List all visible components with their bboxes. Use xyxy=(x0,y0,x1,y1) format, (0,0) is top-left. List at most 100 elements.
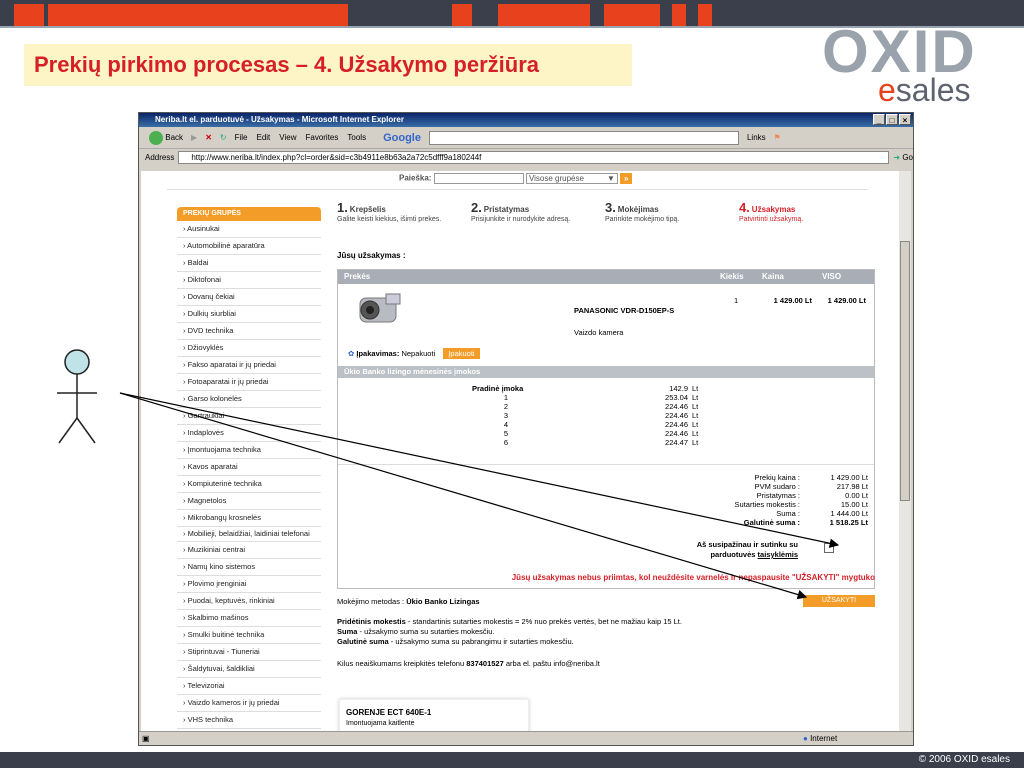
total-label: Prekių kaina : xyxy=(754,473,800,482)
leasing-first-label: Pradinė įmoka xyxy=(472,384,524,393)
terms-text: Aš susipažinau ir sutinku su parduotuvės … xyxy=(696,540,798,559)
col-total: VISO xyxy=(822,272,842,281)
bottom-bar xyxy=(0,752,1024,768)
sidebar-item[interactable]: › Įmontuojama technika xyxy=(177,442,321,459)
menu-tools[interactable]: Tools xyxy=(347,133,366,142)
category-select[interactable]: Visose grupėse ▼ xyxy=(525,173,618,184)
leasing-unit: Lt xyxy=(692,402,699,411)
leasing-month: 6 xyxy=(503,438,508,447)
col-price: Kaina xyxy=(762,272,784,281)
menu-edit[interactable]: Edit xyxy=(256,133,270,142)
step-payment[interactable]: 3. Mokėjimas Parinkite mokėjimo tipą. xyxy=(605,201,735,224)
product-name[interactable]: PANASONIC VDR-D150EP-S xyxy=(574,306,674,315)
total-value: 1 518.25 Lt xyxy=(829,518,868,527)
google-label[interactable]: Google xyxy=(383,132,421,144)
sidebar-item[interactable]: › Gartraukiai xyxy=(177,408,321,425)
sidebar-item[interactable]: › Džiovyklės xyxy=(177,340,321,357)
slide: Prekių pirkimo procesas – 4. Užsakymo pe… xyxy=(0,0,1024,768)
order-table: Prekės Kiekis Kaina VISO 1 1 429.00 Lt 1… xyxy=(337,269,875,589)
warning-text: Jūsų užsakymas nebus priimtas, kol neužd… xyxy=(511,573,875,582)
sidebar-item[interactable]: › Kompiuterinė technika xyxy=(177,476,321,493)
product-qty: 1 xyxy=(734,296,739,305)
back-arrow-icon xyxy=(149,130,163,145)
terms-link[interactable]: taisyklėmis xyxy=(758,550,798,559)
page-icon: ▣ xyxy=(142,734,150,743)
google-search-input[interactable] xyxy=(428,130,739,145)
window-title: Neriba.lt el. parduotuvė - Užsakymas - M… xyxy=(139,113,913,127)
terms-checkbox[interactable] xyxy=(824,543,834,553)
sidebar-item[interactable]: › Indaplovės xyxy=(177,425,321,442)
sidebar-item[interactable]: › Dulkių siurbliai xyxy=(177,306,321,323)
minimize-button[interactable]: _ xyxy=(873,114,885,125)
close-button[interactable]: × xyxy=(899,114,911,125)
sidebar-item[interactable]: › Muzikiniai centrai xyxy=(177,542,321,559)
sidebar-item[interactable]: › Televizoriai xyxy=(177,678,321,695)
promo-card[interactable]: GORENJE ECT 640E-1 Imontuojama kaitlentė xyxy=(339,699,529,732)
checkout-steps: 1. Krepšelis Galite keisti kiekius, išimt… xyxy=(337,201,877,243)
sidebar-item[interactable]: › Plovimo įrenginiai xyxy=(177,576,321,593)
sidebar-item[interactable]: › VHS technika xyxy=(177,712,321,729)
sidebar-item[interactable]: › Automobilinė aparatūra xyxy=(177,238,321,255)
sidebar-item[interactable]: › Baldai xyxy=(177,255,321,272)
sidebar-item[interactable]: › Fakso aparatai ir jų priedai xyxy=(177,357,321,374)
sidebar-item[interactable]: › DVD technika xyxy=(177,323,321,340)
menu-favorites[interactable]: Favorites xyxy=(305,133,338,142)
menu-view[interactable]: View xyxy=(279,133,296,142)
leasing-month: 3 xyxy=(503,411,508,420)
total-label: PVM sudaro : xyxy=(754,482,800,491)
sidebar-item[interactable]: › Šaldytuvai, šaldikliai xyxy=(177,661,321,678)
search-label: Paieška: xyxy=(399,173,432,183)
maximize-button[interactable]: □ xyxy=(886,114,898,125)
leasing-table: Pradinė įmoka 142.9 Lt 1 253.04 Lt 2 224.46 Lt 3… xyxy=(338,378,874,464)
sidebar-item[interactable]: › Stiprintuvai - Tiuneriai xyxy=(177,644,321,661)
leasing-month: 1 xyxy=(503,393,508,402)
leasing-amount: 224.46 xyxy=(665,429,688,438)
total-value: 217.98 Lt xyxy=(836,482,868,491)
search-input[interactable] xyxy=(433,173,524,184)
sidebar-item[interactable]: › Garso kolonėlės xyxy=(177,391,321,408)
sidebar-item[interactable]: › Magnetolos xyxy=(177,493,321,510)
sidebar-item[interactable]: › Diktofonai xyxy=(177,272,321,289)
refresh-button[interactable]: ↻ xyxy=(220,133,227,142)
sidebar-title: PREKIŲ GRUPĖS xyxy=(177,207,321,221)
address-input[interactable]: http://www.neriba.lt/index.php?cl=order&… xyxy=(178,150,890,164)
sidebar-item[interactable]: › Ausinukai xyxy=(177,221,321,238)
sidebar-item[interactable]: › Puodai, keptuvės, rinkiniai xyxy=(177,593,321,610)
total-label: Sutarties mokestis : xyxy=(734,500,800,509)
vertical-scrollbar[interactable] xyxy=(899,171,911,732)
table-header: Prekės Kiekis Kaina VISO xyxy=(338,270,874,284)
menu-file[interactable]: File xyxy=(235,133,248,142)
total-value: 1 444.00 Lt xyxy=(830,509,868,518)
total-value: 15.00 Lt xyxy=(840,500,868,509)
col-qty: Kiekis xyxy=(720,272,744,281)
sidebar-item[interactable]: › Smulki buitinė technika xyxy=(177,627,321,644)
go-button[interactable]: ➜ Go xyxy=(893,153,913,162)
back-button[interactable]: Back xyxy=(149,130,183,145)
sidebar-item[interactable]: › Skalbimo mašinos xyxy=(177,610,321,627)
leasing-title: Ūkio Banko lizingo mėnesinės įmokos xyxy=(338,366,874,378)
sidebar-item[interactable]: › Vaizdo kameros ir jų priedai xyxy=(177,695,321,712)
links-label[interactable]: Links xyxy=(747,133,766,142)
step-delivery[interactable]: 2. Pristatymas Prisijunkite ir nurodykite… xyxy=(471,201,601,224)
leasing-month: 2 xyxy=(503,402,508,411)
step-cart[interactable]: 1. Krepšelis Galite keisti kiekius, išimt… xyxy=(337,201,467,224)
leasing-month: 4 xyxy=(503,420,508,429)
stop-button[interactable]: ✕ xyxy=(205,133,212,142)
camera-product-image[interactable] xyxy=(356,288,406,330)
sidebar-item[interactable]: › Fotoaparatai ir jų priedai xyxy=(177,374,321,391)
toolbar: Back ▶ ✕ ↻ File Edit View Favorites Tools Go… xyxy=(139,127,913,149)
leasing-amount: 142.9 xyxy=(669,384,688,393)
order-button[interactable]: UŽSAKYTI xyxy=(803,595,875,607)
sidebar-item[interactable]: › Mikrobangų krosnelės xyxy=(177,510,321,527)
packaging-button[interactable]: Įpakuoti xyxy=(443,348,480,359)
leasing-unit: Lt xyxy=(692,411,699,420)
sidebar-item[interactable]: › Dovanų čekiai xyxy=(177,289,321,306)
search-go-button[interactable]: » xyxy=(620,173,633,184)
leasing-unit: Lt xyxy=(692,393,699,402)
sidebar-item[interactable]: › Namų kino sistemos xyxy=(177,559,321,576)
sidebar-item[interactable]: › Kavos aparatai xyxy=(177,459,321,476)
forward-button[interactable]: ▶ xyxy=(191,133,197,142)
search-bar: Paieška: Visose grupėse ▼ » xyxy=(399,173,633,184)
packaging: ✿ Įpakavimas: Nepakuoti Įpakuoti xyxy=(348,348,480,359)
sidebar-item[interactable]: › Mobilieji, belaidžiai, laidiniai telef… xyxy=(177,527,321,542)
